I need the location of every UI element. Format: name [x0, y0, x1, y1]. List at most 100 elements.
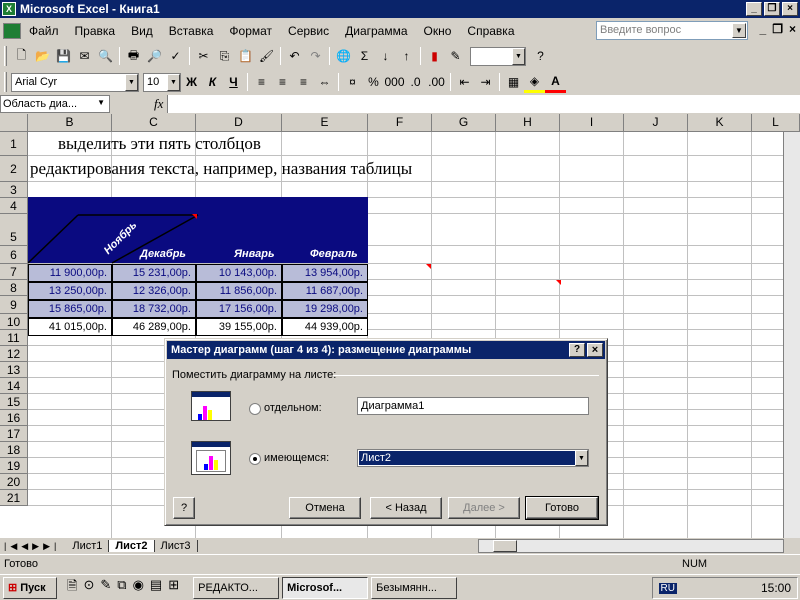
quick-launch-icon[interactable]: ◉ — [133, 577, 144, 599]
start-button[interactable]: ⊞ Пуск — [3, 576, 57, 599]
wb-minimize-button[interactable]: _ — [760, 22, 767, 36]
undo-icon[interactable]: ↶ — [284, 46, 305, 67]
name-box[interactable]: Область диа... ▼ — [0, 95, 110, 113]
table-cell[interactable]: 17 156,00р. — [196, 300, 282, 318]
permission-icon[interactable]: ✉ — [74, 46, 95, 67]
close-button[interactable]: × — [782, 2, 798, 16]
tab-sheet2[interactable]: Лист2 — [109, 540, 155, 552]
row-header-8[interactable]: 8 — [0, 280, 28, 296]
preview-icon[interactable]: 🔎 — [144, 46, 165, 67]
row-header-1[interactable]: 1 — [0, 132, 28, 156]
column-header-i[interactable]: I — [560, 114, 624, 132]
row-header-20[interactable]: 20 — [0, 474, 28, 490]
help-search-input[interactable]: Введите вопрос ▼ — [596, 21, 748, 40]
quick-launch-icon[interactable]: 🗎 — [67, 577, 77, 599]
tab-scroll-arrows[interactable]: |◀◀▶▶| — [4, 541, 60, 552]
autosum-icon[interactable]: Σ — [354, 46, 375, 67]
vertical-scrollbar[interactable] — [783, 132, 800, 538]
workbook-icon[interactable] — [3, 23, 21, 39]
table-cell[interactable]: 11 687,00р. — [282, 282, 368, 300]
borders-icon[interactable]: ▦ — [503, 72, 524, 93]
save-icon[interactable]: 💾 — [53, 46, 74, 67]
spelling-icon[interactable]: ✓ — [165, 46, 186, 67]
column-header-e[interactable]: E — [282, 114, 368, 132]
back-button[interactable]: < Назад — [370, 497, 442, 519]
drawing-icon[interactable]: ✎ — [445, 46, 466, 67]
row-header-2[interactable]: 2 — [0, 156, 28, 182]
cancel-button[interactable]: Отмена — [289, 497, 361, 519]
font-name-combo[interactable]: Arial Cyr ▼ — [11, 72, 139, 92]
thousands-icon[interactable]: 000 — [384, 72, 405, 93]
row-header-12[interactable]: 12 — [0, 346, 28, 362]
row-header-10[interactable]: 10 — [0, 314, 28, 330]
align-right-icon[interactable]: ≡ — [293, 72, 314, 93]
column-header-j[interactable]: J — [624, 114, 688, 132]
column-header-b[interactable]: B — [28, 114, 112, 132]
zoom-combo[interactable]: ▼ — [470, 46, 526, 66]
table-cell[interactable]: 15 865,00р. — [28, 300, 112, 318]
wb-close-button[interactable]: × — [789, 22, 796, 36]
table-cell[interactable]: 11 900,00р. — [28, 264, 112, 282]
quick-launch-icon[interactable]: ⧉ — [117, 577, 126, 599]
chart-wizard-icon[interactable]: ▮ — [424, 46, 445, 67]
copy-icon[interactable]: ⎘ — [214, 46, 235, 67]
row-header-19[interactable]: 19 — [0, 458, 28, 474]
column-header-d[interactable]: D — [196, 114, 282, 132]
formula-input[interactable] — [167, 95, 800, 113]
sort-desc-icon[interactable]: ↑ — [396, 46, 417, 67]
row-header-21[interactable]: 21 — [0, 490, 28, 506]
menu-edit[interactable]: Правка — [67, 24, 124, 38]
format-painter-icon[interactable]: 🖌 — [256, 46, 277, 67]
row-header-13[interactable]: 13 — [0, 362, 28, 378]
finish-button[interactable]: Готово — [525, 496, 599, 520]
column-header-g[interactable]: G — [432, 114, 496, 132]
menu-window[interactable]: Окно — [416, 24, 460, 38]
font-size-combo[interactable]: 10 ▼ — [143, 72, 181, 92]
menu-help[interactable]: Справка — [459, 24, 522, 38]
align-left-icon[interactable]: ≡ — [251, 72, 272, 93]
quick-launch-icon[interactable]: ▤ — [150, 577, 162, 599]
table-cell[interactable]: 44 939,00р. — [282, 318, 368, 336]
menu-chart[interactable]: Диаграмма — [337, 24, 415, 38]
row-header-15[interactable]: 15 — [0, 394, 28, 410]
merge-center-icon[interactable]: ⇔ — [314, 72, 335, 93]
column-header-c[interactable]: C — [112, 114, 196, 132]
print-icon[interactable]: 🖶 — [123, 46, 144, 67]
increase-decimal-icon[interactable]: .0 — [405, 72, 426, 93]
percent-icon[interactable]: % — [363, 72, 384, 93]
row-header-16[interactable]: 16 — [0, 410, 28, 426]
table-cell[interactable]: 46 289,00р. — [112, 318, 196, 336]
quick-launch-icon[interactable]: ⊙ — [83, 577, 94, 599]
row-header-5[interactable]: 5 — [0, 214, 28, 246]
open-icon[interactable]: 📂 — [32, 46, 53, 67]
table-cell[interactable]: 15 231,00р. — [112, 264, 196, 282]
underline-icon[interactable]: Ч — [223, 72, 244, 93]
menu-format[interactable]: Формат — [221, 24, 280, 38]
decrease-indent-icon[interactable]: ⇤ — [454, 72, 475, 93]
menu-insert[interactable]: Вставка — [161, 24, 222, 38]
table-cell[interactable]: 18 732,00р. — [112, 300, 196, 318]
menu-file[interactable]: Файл — [21, 24, 67, 38]
taskbar-item-paint[interactable]: Безымянн... — [371, 576, 458, 599]
row-header-17[interactable]: 17 — [0, 426, 28, 442]
table-cell[interactable]: 41 015,00р. — [28, 318, 112, 336]
taskbar-item-excel[interactable]: Microsof... — [282, 576, 369, 599]
radio-new-sheet[interactable] — [249, 403, 261, 415]
table-cell[interactable]: 13 250,00р. — [28, 282, 112, 300]
table-cell[interactable]: 12 326,00р. — [112, 282, 196, 300]
column-header-f[interactable]: F — [368, 114, 432, 132]
language-indicator[interactable]: RU — [658, 582, 677, 594]
table-cell[interactable]: 11 856,00р. — [196, 282, 282, 300]
existing-sheet-select[interactable]: Лист2 ▼ — [357, 449, 589, 467]
radio-existing-sheet[interactable] — [249, 453, 261, 465]
search-file-icon[interactable]: 🔍 — [95, 46, 116, 67]
next-button[interactable]: Далее > — [448, 497, 520, 519]
new-sheet-name-input[interactable]: Диаграмма1 — [357, 397, 589, 415]
fill-color-icon[interactable]: ◈ — [524, 72, 545, 93]
column-header-k[interactable]: K — [688, 114, 752, 132]
quick-launch-icon[interactable]: ✎ — [100, 577, 111, 599]
taskbar-item-word[interactable]: РЕДАКТО... — [193, 576, 280, 599]
sort-asc-icon[interactable]: ↓ — [375, 46, 396, 67]
hyperlink-icon[interactable]: 🌐 — [333, 46, 354, 67]
table-cell[interactable]: 19 298,00р. — [282, 300, 368, 318]
